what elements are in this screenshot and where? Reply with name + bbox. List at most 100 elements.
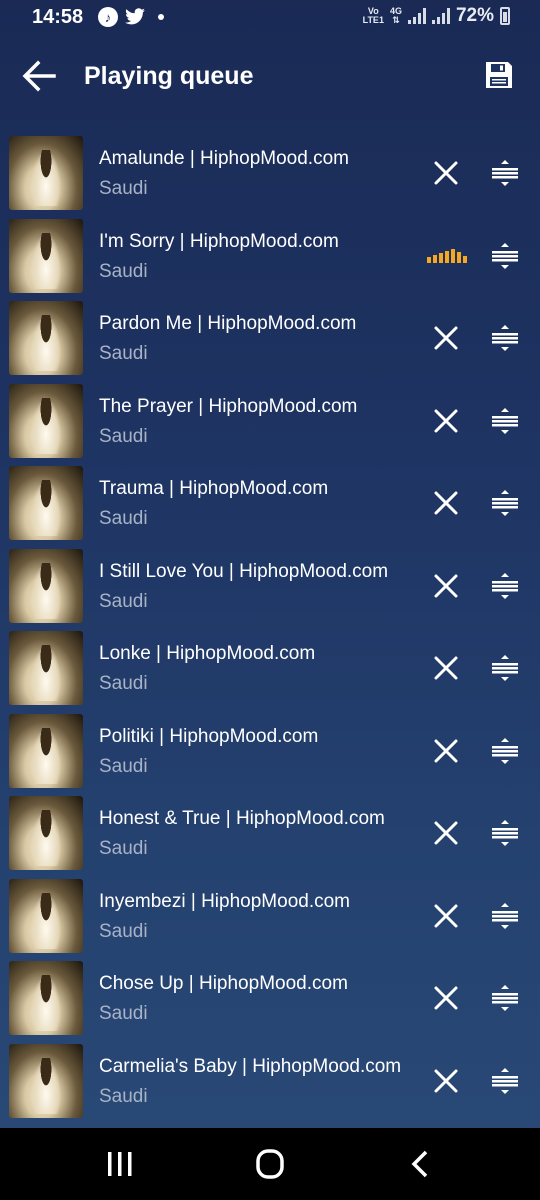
queue-item[interactable]: Lonke | HiphopMood.com Saudi xyxy=(0,619,540,705)
queue-item[interactable]: Chose Up | HiphopMood.com Saudi xyxy=(0,949,540,1035)
drag-handle[interactable] xyxy=(491,159,519,187)
remove-track-button[interactable] xyxy=(433,408,459,434)
track-title: Honest & True | HiphopMood.com xyxy=(99,808,385,829)
drag-handle[interactable] xyxy=(491,242,519,270)
battery-percentage: 72% xyxy=(455,5,494,26)
track-title: I'm Sorry | HiphopMood.com xyxy=(99,230,339,252)
drag-handle-icon xyxy=(492,820,518,846)
drag-handle[interactable] xyxy=(491,1067,519,1095)
equalizer-icon xyxy=(427,247,467,263)
track-title: Politiki | HiphopMood.com xyxy=(99,725,319,747)
album-art-figure xyxy=(31,727,61,784)
home-button[interactable] xyxy=(250,1148,290,1180)
remove-track-button[interactable] xyxy=(433,655,459,681)
drag-handle[interactable] xyxy=(491,489,519,517)
track-artist: Saudi xyxy=(99,673,148,694)
close-icon xyxy=(434,574,458,597)
track-artist: Saudi xyxy=(99,838,148,859)
album-art-figure xyxy=(31,315,61,371)
data-arrows-icon: ⇅ xyxy=(392,15,400,25)
album-art-figure xyxy=(31,975,61,1031)
network-type-indicator: 4G ⇅ xyxy=(390,7,402,25)
close-icon xyxy=(434,821,458,845)
queue-item[interactable]: Amalunde | HiphopMood.com Saudi xyxy=(0,124,540,210)
more-notifications-dot xyxy=(158,14,164,20)
track-title: Lonke | HiphopMood.com xyxy=(99,643,316,664)
track-title: Carmelia's Baby | HiphopMood.com xyxy=(99,1055,402,1077)
track-artist: Saudi xyxy=(99,590,148,612)
track-artist: Saudi xyxy=(99,1085,148,1107)
drag-handle-icon xyxy=(492,572,518,599)
album-art xyxy=(9,1043,83,1118)
album-art-figure xyxy=(31,892,61,949)
close-icon xyxy=(434,491,458,515)
volte-indicator: Vo LTE1 xyxy=(363,7,384,25)
album-art-figure xyxy=(31,810,61,866)
album-art xyxy=(9,136,83,210)
close-icon xyxy=(434,326,458,350)
remove-track-button[interactable] xyxy=(433,985,459,1011)
track-artist: Saudi xyxy=(99,1003,148,1024)
drag-handle[interactable] xyxy=(491,984,519,1012)
drag-handle-icon xyxy=(492,737,518,764)
close-icon xyxy=(434,409,458,432)
queue-item[interactable]: Politiki | HiphopMood.com Saudi xyxy=(0,702,540,788)
lte-label: LTE1 xyxy=(362,15,384,25)
remove-track-button[interactable] xyxy=(433,160,459,186)
close-icon xyxy=(434,161,458,185)
album-art-figure xyxy=(31,232,61,289)
track-artist: Saudi xyxy=(99,508,148,529)
remove-track-button[interactable] xyxy=(433,1068,459,1094)
remove-track-button[interactable] xyxy=(433,738,459,764)
album-art-figure xyxy=(31,1057,61,1114)
navigation-bar xyxy=(0,1128,540,1200)
queue-item[interactable]: Honest & True | HiphopMood.com Saudi xyxy=(0,784,540,870)
close-icon xyxy=(434,739,458,762)
drag-handle[interactable] xyxy=(491,572,519,600)
remove-track-button[interactable] xyxy=(433,573,459,599)
queue-list[interactable]: Amalunde | HiphopMood.com Saudi I'm Sorry … xyxy=(0,124,540,1128)
save-queue-button[interactable] xyxy=(484,60,516,92)
album-art-figure xyxy=(31,150,61,206)
album-art-figure xyxy=(31,397,61,454)
signal-icon-2 xyxy=(431,8,450,24)
album-art xyxy=(9,218,83,293)
drag-handle[interactable] xyxy=(491,654,519,682)
battery-icon xyxy=(500,7,510,25)
queue-item[interactable]: I'm Sorry | HiphopMood.com Saudi xyxy=(0,207,540,293)
back-button[interactable] xyxy=(20,58,58,94)
track-title: Inyembezi | HiphopMood.com xyxy=(99,890,350,912)
drag-handle[interactable] xyxy=(491,819,519,847)
album-art xyxy=(9,796,83,870)
queue-item[interactable]: Inyembezi | HiphopMood.com Saudi xyxy=(0,867,540,953)
track-title: Chose Up | HiphopMood.com xyxy=(99,973,348,994)
queue-item[interactable]: Trauma | HiphopMood.com Saudi xyxy=(0,454,540,540)
drag-handle[interactable] xyxy=(491,407,519,435)
album-art xyxy=(9,383,83,458)
remove-track-button[interactable] xyxy=(433,820,459,846)
close-icon xyxy=(434,904,458,927)
drag-handle-icon xyxy=(492,160,518,186)
status-bar: 14:58 ♪ Vo LTE1 4G ⇅ 72% xyxy=(0,0,540,36)
album-art xyxy=(9,878,83,953)
track-title: I Still Love You | HiphopMood.com xyxy=(99,560,389,582)
queue-item[interactable]: The Prayer | HiphopMood.com Saudi xyxy=(0,372,540,458)
remove-track-button[interactable] xyxy=(433,490,459,516)
drag-handle-icon xyxy=(492,242,518,269)
drag-handle[interactable] xyxy=(491,902,519,930)
queue-item[interactable]: Pardon Me | HiphopMood.com Saudi xyxy=(0,289,540,375)
track-title: Pardon Me | HiphopMood.com xyxy=(99,313,357,334)
track-artist: Saudi xyxy=(99,755,148,777)
queue-item[interactable]: Carmelia's Baby | HiphopMood.com Saudi xyxy=(0,1032,540,1118)
album-art xyxy=(9,301,83,375)
drag-handle[interactable] xyxy=(491,324,519,352)
close-icon xyxy=(434,656,458,680)
close-icon xyxy=(434,986,458,1010)
track-artist: Saudi xyxy=(99,260,148,282)
queue-item[interactable]: I Still Love You | HiphopMood.com Saudi xyxy=(0,537,540,623)
recent-apps-button[interactable] xyxy=(100,1148,140,1180)
drag-handle[interactable] xyxy=(491,737,519,765)
back-nav-button[interactable] xyxy=(400,1148,440,1180)
remove-track-button[interactable] xyxy=(433,903,459,929)
remove-track-button[interactable] xyxy=(433,325,459,351)
